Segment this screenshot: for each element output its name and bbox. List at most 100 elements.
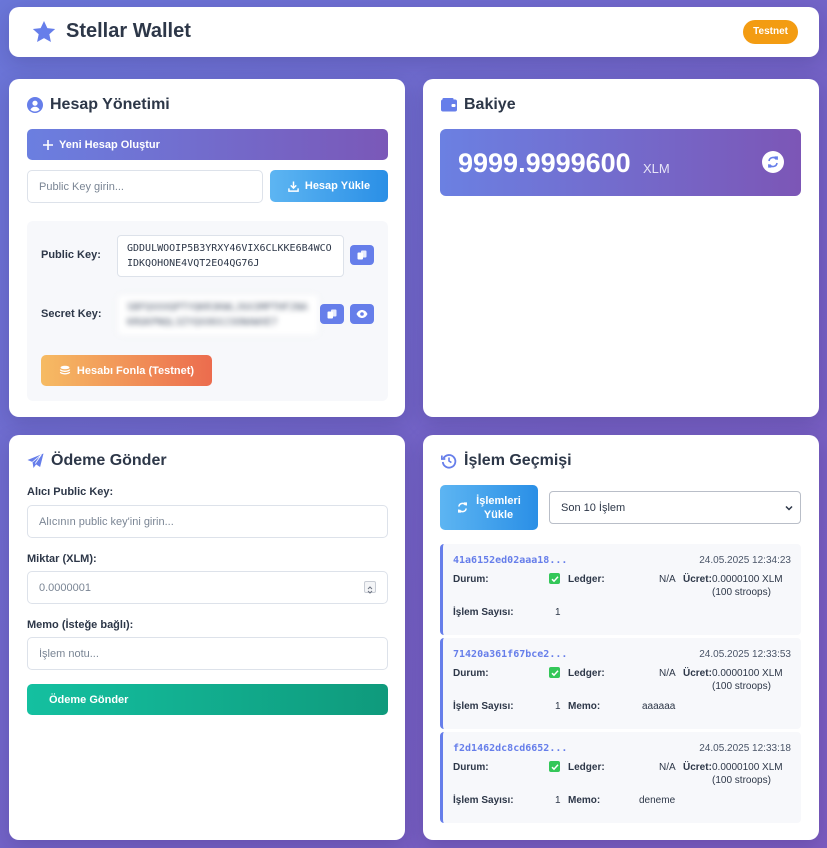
transaction-item[interactable]: 41a6152ed02aaa18... 24.05.2025 12:34:23 … xyxy=(440,544,801,635)
transaction-date: 24.05.2025 12:34:23 xyxy=(699,555,791,566)
stepper-arrows-icon xyxy=(367,586,373,594)
secret-key-label: Secret Key: xyxy=(41,308,102,320)
payment-title-text: Ödeme Gönder xyxy=(51,452,167,469)
fee-stroops: (100 stroops) xyxy=(712,775,771,786)
public-key-input[interactable] xyxy=(27,170,263,203)
fee-value: 0.0000100 XLM xyxy=(712,762,783,773)
amount-field xyxy=(27,571,388,604)
paper-plane-icon xyxy=(27,453,44,468)
keys-panel: Public Key: GDDULWOOIP5B3YRXY46VIX6CLKKE… xyxy=(27,221,388,401)
plus-icon xyxy=(43,139,53,150)
check-icon xyxy=(549,667,560,678)
transaction-date: 24.05.2025 12:33:53 xyxy=(699,649,791,660)
memo-input[interactable] xyxy=(27,637,388,670)
transaction-hash[interactable]: 41a6152ed02aaa18... xyxy=(453,555,567,566)
copy-public-key-button[interactable] xyxy=(350,245,374,265)
transaction-hash[interactable]: 71420a361f67bce2... xyxy=(453,649,567,660)
ops-value: 1 xyxy=(555,607,561,618)
load-transactions-line1: İşlemleri xyxy=(476,494,521,507)
star-icon xyxy=(32,20,56,42)
fee-label: Ücret: xyxy=(683,668,712,679)
ledger-label: Ledger: xyxy=(568,668,605,679)
memo-value: deneme xyxy=(639,795,676,806)
create-account-label: Yeni Hesap Oluştur xyxy=(59,138,160,151)
show-secret-key-button[interactable] xyxy=(350,304,374,324)
history-title-text: İşlem Geçmişi xyxy=(464,452,572,469)
status-label: Durum: xyxy=(453,574,489,585)
ops-value: 1 xyxy=(555,795,561,806)
wallet-icon xyxy=(441,98,457,112)
refresh-balance-button[interactable] xyxy=(762,151,784,173)
account-card-title: Hesap Yönetimi xyxy=(27,96,170,114)
transaction-count-select[interactable]: Son 10 İşlem xyxy=(549,491,801,524)
recipient-label: Alıcı Public Key: xyxy=(27,486,114,498)
app-title: Stellar Wallet xyxy=(66,20,191,42)
ledger-value: N/A xyxy=(659,668,676,679)
fee-value: 0.0000100 XLM xyxy=(712,668,783,679)
fee-stroops: (100 stroops) xyxy=(712,587,771,598)
copy-icon xyxy=(327,309,337,319)
send-payment-label: Ödeme Gönder xyxy=(49,693,129,706)
amount-label: Miktar (XLM): xyxy=(27,553,97,565)
coins-icon xyxy=(59,365,71,375)
fund-account-label: Hesabı Fonla (Testnet) xyxy=(76,364,195,377)
chevron-down-icon xyxy=(785,505,793,511)
refresh-icon xyxy=(768,156,778,168)
user-circle-icon xyxy=(27,97,43,113)
public-key-label: Public Key: xyxy=(41,249,101,261)
transaction-item[interactable]: f2d1462dc8cd6652... 24.05.2025 12:33:18 … xyxy=(440,732,801,823)
send-payment-button[interactable]: Ödeme Gönder xyxy=(27,684,388,715)
download-icon xyxy=(288,180,299,192)
memo-label: Memo: xyxy=(568,701,601,712)
balance-asset: XLM xyxy=(643,161,670,176)
memo-label: Memo: xyxy=(568,795,601,806)
load-transactions-button[interactable]: İşlemleri Yükle xyxy=(440,485,538,530)
balance-title-text: Bakiye xyxy=(464,96,516,113)
copy-secret-key-button[interactable] xyxy=(320,304,344,324)
account-title-text: Hesap Yönetimi xyxy=(50,96,170,113)
fee-label: Ücret: xyxy=(683,762,712,773)
fee-stroops: (100 stroops) xyxy=(712,681,771,692)
status-label: Durum: xyxy=(453,668,489,679)
balance-display: 9999.9999600 XLM xyxy=(440,129,801,196)
fee-label: Ücret: xyxy=(683,574,712,585)
load-transactions-line2: Yükle xyxy=(483,508,514,521)
app-header: Stellar Wallet Testnet xyxy=(9,7,819,57)
public-key-value: GDDULWOOIP5B3YRXY46VIX6CLKKE6B4WCOIDKQOH… xyxy=(117,235,344,277)
amount-stepper[interactable] xyxy=(364,581,376,594)
refresh-icon xyxy=(458,502,468,513)
load-transactions-label: İşlemleri Yükle xyxy=(476,494,521,522)
transaction-hash[interactable]: f2d1462dc8cd6652... xyxy=(453,743,567,754)
ops-label: İşlem Sayısı: xyxy=(453,607,514,618)
transaction-date: 24.05.2025 12:33:18 xyxy=(699,743,791,754)
balance-card: Bakiye 9999.9999600 XLM xyxy=(423,79,819,417)
history-card-title: İşlem Geçmişi xyxy=(441,452,572,470)
recipient-input[interactable] xyxy=(27,505,388,538)
memo-label: Memo (İsteğe bağlı): xyxy=(27,619,134,631)
transaction-item[interactable]: 71420a361f67bce2... 24.05.2025 12:33:53 … xyxy=(440,638,801,729)
ledger-label: Ledger: xyxy=(568,762,605,773)
create-account-button[interactable]: Yeni Hesap Oluştur xyxy=(27,129,388,160)
transaction-count-value: Son 10 İşlem xyxy=(561,501,626,514)
status-label: Durum: xyxy=(453,762,489,773)
eye-icon xyxy=(356,310,368,318)
account-card: Hesap Yönetimi Yeni Hesap Oluştur Hesap … xyxy=(9,79,405,417)
memo-value: aaaaaa xyxy=(642,701,676,712)
network-badge: Testnet xyxy=(743,20,798,44)
ops-value: 1 xyxy=(555,701,561,712)
load-account-label: Hesap Yükle xyxy=(304,180,371,192)
amount-input[interactable] xyxy=(27,571,388,604)
check-icon xyxy=(549,573,560,584)
check-icon xyxy=(549,761,560,772)
load-account-button[interactable]: Hesap Yükle xyxy=(270,170,388,202)
history-icon xyxy=(441,454,457,469)
copy-icon xyxy=(357,250,367,260)
balance-amount: 9999.9999600 xyxy=(458,148,631,178)
ledger-value: N/A xyxy=(659,574,676,585)
ledger-value: N/A xyxy=(659,762,676,773)
fund-account-button[interactable]: Hesabı Fonla (Testnet) xyxy=(41,355,212,386)
ops-label: İşlem Sayısı: xyxy=(453,795,514,806)
payment-card: Ödeme Gönder Alıcı Public Key: Miktar (X… xyxy=(9,435,405,840)
ledger-label: Ledger: xyxy=(568,574,605,585)
ops-label: İşlem Sayısı: xyxy=(453,701,514,712)
